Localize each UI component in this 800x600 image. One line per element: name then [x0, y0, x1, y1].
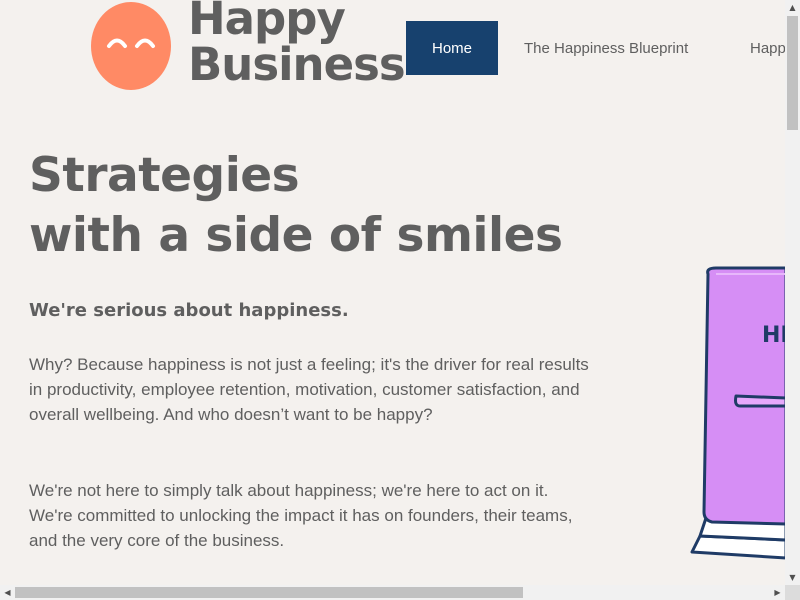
hero-title-line1: Strategies: [29, 148, 300, 203]
hero-paragraph-why: Why? Because happiness is not just a fee…: [29, 355, 589, 424]
logo-smiley-icon[interactable]: [91, 2, 171, 90]
scroll-up-arrow-icon[interactable]: ▲: [785, 0, 800, 15]
horizontal-scroll-thumb[interactable]: [15, 587, 523, 598]
vertical-scroll-thumb[interactable]: [787, 16, 798, 130]
hero-title-line2: with a side of smiles: [29, 208, 563, 263]
logo-line-business: Business: [188, 38, 406, 91]
hero-title: Strategies with a side of smiles: [29, 146, 563, 266]
horizontal-scrollbar[interactable]: ◀ ▶: [0, 585, 785, 600]
scroll-left-arrow-icon[interactable]: ◀: [0, 585, 15, 600]
scroll-right-arrow-icon[interactable]: ▶: [770, 585, 785, 600]
book-stack-illustration: HI: [686, 262, 789, 566]
logo-wordmark[interactable]: Happy Business: [188, 0, 406, 91]
logo-line-happy: Happy: [188, 0, 346, 45]
nav-third-link[interactable]: Happ: [750, 21, 786, 75]
hero-paragraph-commitment: We're not here to simply talk about happ…: [29, 481, 573, 550]
nav-home-link[interactable]: Home: [406, 21, 498, 75]
nav-blueprint-link[interactable]: The Happiness Blueprint: [524, 21, 688, 75]
scrollbar-corner: [785, 585, 800, 600]
book-title-text: HI: [762, 323, 786, 348]
vertical-scrollbar[interactable]: ▲ ▼: [785, 0, 800, 585]
hero-tagline: We're serious about happiness.: [29, 300, 349, 321]
scroll-down-arrow-icon[interactable]: ▼: [785, 570, 800, 585]
